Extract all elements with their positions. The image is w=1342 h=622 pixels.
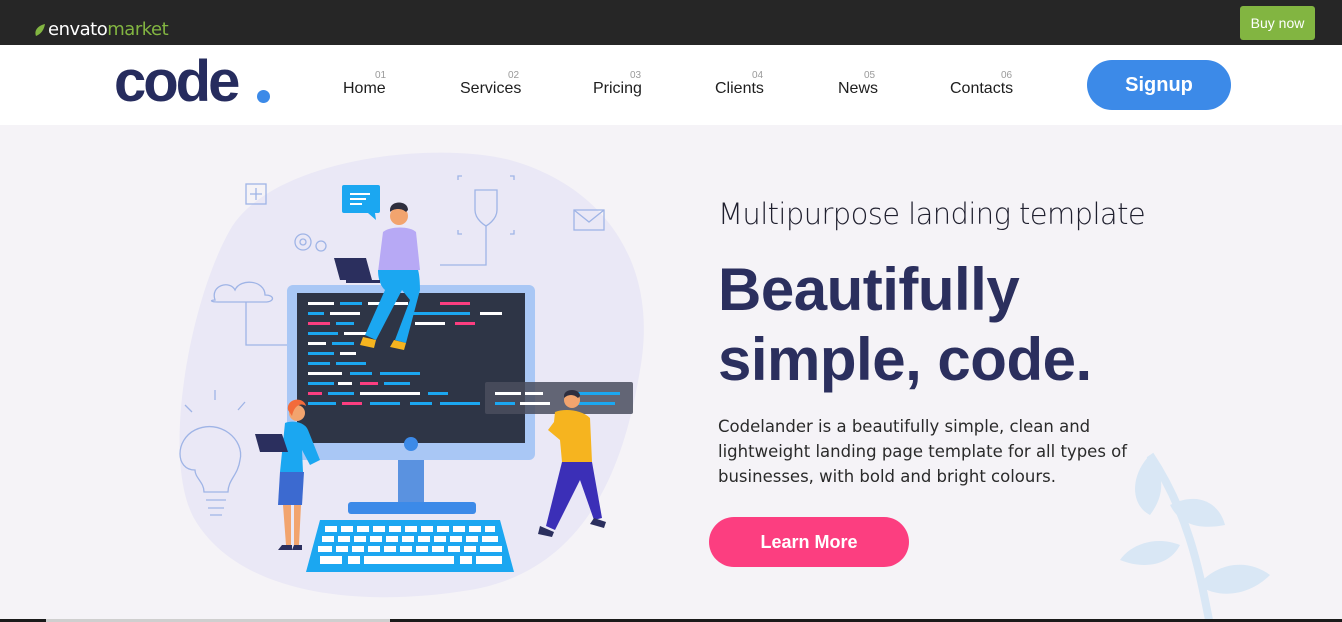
code-popup xyxy=(485,382,633,414)
envato-market-logo[interactable]: envato market xyxy=(34,19,169,40)
site-header: code 01 Home 02 Services 03 Pricing 04 C… xyxy=(0,45,1342,125)
envato-logo-text: envato xyxy=(48,19,108,40)
brand-logo[interactable]: code xyxy=(114,52,240,112)
envato-bar: envato market Buy now xyxy=(0,0,1342,45)
monitor-button xyxy=(404,437,418,451)
nav-label: Contacts xyxy=(950,80,1014,97)
nav-label: Home xyxy=(343,80,386,97)
leaf-icon xyxy=(35,23,45,36)
hero-headline: Beautifully simple, code. xyxy=(718,256,1092,393)
nav-label: Clients xyxy=(715,80,764,97)
brand-logo-dot xyxy=(257,90,270,103)
hero-kicker: Multipurpose landing template xyxy=(718,197,1146,231)
nav-label: Pricing xyxy=(593,80,642,97)
hero-section: Multipurpose landing template Beautifull… xyxy=(0,125,1342,622)
nav-label: News xyxy=(838,80,879,97)
signup-button[interactable]: Signup xyxy=(1087,60,1231,110)
buy-now-button[interactable]: Buy now xyxy=(1240,6,1315,40)
learn-more-button[interactable]: Learn More xyxy=(709,517,909,567)
nav-label: Services xyxy=(460,80,522,97)
market-logo-text: market xyxy=(107,19,169,40)
hero-description: Codelander is a beautifully simple, clea… xyxy=(718,417,1128,486)
developers-illustration xyxy=(179,152,644,598)
